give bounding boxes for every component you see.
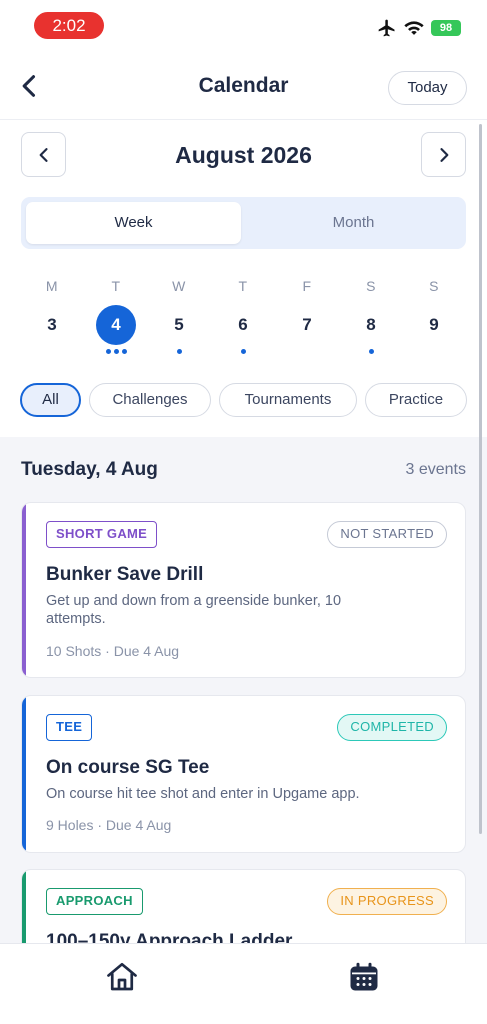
next-month-button[interactable]	[421, 132, 466, 177]
battery-indicator: 98	[431, 20, 461, 36]
filter-chip-practice[interactable]: Practice	[365, 383, 467, 417]
calendar-icon	[350, 962, 378, 991]
bottom-navigation	[0, 943, 487, 1024]
home-icon	[107, 962, 137, 991]
card-accent-bar	[22, 870, 26, 943]
status-icons: 98	[377, 18, 461, 38]
event-dot	[368, 349, 374, 354]
event-dot	[105, 349, 111, 354]
day-5[interactable]: W 5	[147, 278, 211, 360]
wifi-icon	[404, 21, 424, 35]
event-meta: 9 Holes · Due 4 Aug	[46, 817, 172, 833]
month-title: August 2026	[175, 142, 312, 168]
filter-chip-tournaments[interactable]: Tournaments	[219, 383, 357, 417]
month-navigation: August 2026	[0, 132, 487, 178]
today-button[interactable]: Today	[388, 71, 467, 105]
event-card[interactable]: SHORT GAME NOT STARTED Bunker Save Drill…	[21, 502, 466, 678]
day-letter: T	[111, 278, 121, 294]
day-number: 3	[47, 315, 57, 334]
category-tag: TEE	[46, 714, 93, 741]
header: Calendar Today	[0, 60, 487, 116]
status-bar: 2:02 98	[0, 0, 487, 52]
day-letter: W	[172, 278, 186, 294]
category-tag: APPROACH	[46, 888, 143, 915]
day-letter: T	[238, 278, 248, 294]
event-dot	[121, 349, 127, 354]
card-accent-bar	[22, 696, 26, 852]
event-description: On course hit tee shot and enter in Upga…	[46, 786, 360, 802]
status-badge: NOT STARTED	[327, 521, 447, 548]
category-tag: SHORT GAME	[46, 521, 158, 548]
event-card[interactable]: TEE COMPLETED On course SG Tee On course…	[21, 695, 466, 853]
week-strip: M 3 T 4 W 5 T 6 F 7 S 8 S 9	[20, 278, 467, 360]
event-title: Bunker Save Drill	[46, 564, 204, 585]
filter-chip-challenges[interactable]: Challenges	[89, 383, 211, 417]
event-card[interactable]: APPROACH IN PROGRESS 100–150y Approach L…	[21, 869, 466, 943]
event-dots	[84, 349, 148, 354]
status-time: 2:02	[34, 12, 104, 39]
day-letter: M	[45, 278, 59, 294]
event-dots	[147, 349, 211, 354]
filter-chips: All Challenges Tournaments Practice	[20, 383, 487, 417]
week-view-tab[interactable]: Week	[26, 202, 241, 244]
home-tab[interactable]	[104, 959, 140, 995]
event-dots	[211, 349, 275, 354]
scrollbar[interactable]	[479, 124, 482, 834]
day-6[interactable]: T 6	[211, 278, 275, 360]
day-number: 6	[238, 315, 248, 334]
event-description: Get up and down from a greenside bunker,…	[46, 593, 342, 627]
day-3[interactable]: M 3	[20, 278, 84, 360]
event-list: Tuesday, 4 Aug 3 events SHORT GAME NOT S…	[0, 437, 487, 943]
month-view-tab[interactable]: Month	[246, 202, 461, 244]
event-dot	[240, 349, 246, 354]
chevron-right-icon	[439, 147, 448, 162]
event-dot	[176, 349, 182, 354]
event-meta: 10 Shots · Due 4 Aug	[46, 643, 180, 659]
view-toggle: Week Month	[21, 197, 466, 249]
filter-chip-all[interactable]: All	[20, 383, 81, 417]
status-badge: COMPLETED	[337, 714, 447, 741]
event-title: On course SG Tee	[46, 757, 210, 778]
event-dots	[339, 349, 403, 354]
day-8[interactable]: S 8	[339, 278, 403, 360]
calendar-tab[interactable]	[346, 959, 382, 995]
day-number: 5	[174, 315, 184, 334]
event-title: 100–150y Approach Ladder	[46, 931, 293, 943]
day-letter: S	[429, 278, 439, 294]
day-letter: F	[302, 278, 312, 294]
day-9[interactable]: S 9	[402, 278, 466, 360]
card-accent-bar	[22, 503, 26, 677]
event-dot	[113, 349, 119, 354]
airplane-icon	[378, 19, 395, 37]
header-divider	[0, 119, 487, 120]
day-number: 8	[366, 315, 376, 334]
day-number: 7	[302, 315, 312, 334]
day-number-selected: 4	[96, 305, 136, 345]
day-number: 9	[429, 315, 439, 334]
day-4[interactable]: T 4	[84, 278, 148, 360]
event-count: 3 events	[405, 461, 466, 478]
status-badge: IN PROGRESS	[327, 888, 447, 915]
day-letter: S	[366, 278, 376, 294]
list-date-heading: Tuesday, 4 Aug	[21, 459, 158, 480]
day-7[interactable]: F 7	[275, 278, 339, 360]
